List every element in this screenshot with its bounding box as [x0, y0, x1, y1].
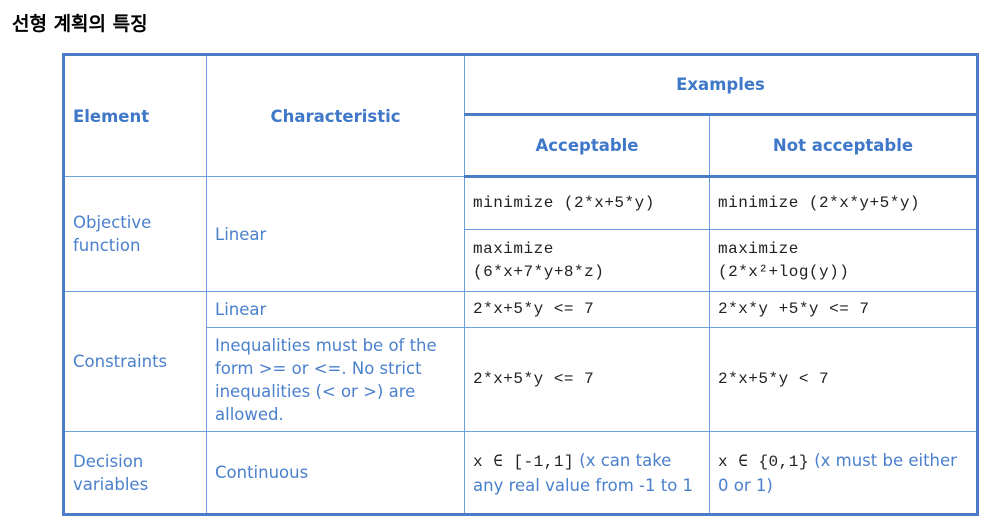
objective-bad-2a: maximize	[718, 239, 799, 258]
constraints-bad-2: 2*x+5*y < 7	[708, 327, 979, 432]
header-element: Element	[63, 54, 207, 177]
objective-ok-2a: maximize	[473, 239, 554, 258]
objective-bad-1: minimize (2*x*y+5*y)	[708, 176, 979, 230]
linear-programming-table: Element Characteristic Examples Acceptab…	[62, 53, 980, 516]
constraints-bad-1: 2*x*y +5*y <= 7	[708, 291, 979, 328]
char-constraints-inequalities: Inequalities must be of the form >= or <…	[206, 327, 465, 432]
header-characteristic: Characteristic	[206, 54, 465, 177]
constraints-ok-2: 2*x+5*y <= 7	[464, 327, 710, 432]
constraints-ok-1: 2*x+5*y <= 7	[464, 291, 710, 328]
objective-ok-2b: (6*x+7*y+8*z)	[473, 262, 605, 281]
element-constraints: Constraints	[63, 291, 207, 432]
char-constraints-linear: Linear	[206, 291, 465, 328]
header-examples: Examples	[463, 54, 979, 116]
objective-ok-1: minimize (2*x+5*y)	[464, 176, 710, 230]
char-decision: Continuous	[206, 431, 465, 515]
decision-bad: x ∈ {0,1} (x must be either 0 or 1)	[708, 431, 979, 515]
element-decision: Decision variables	[63, 431, 207, 515]
decision-ok: x ∈ [-1,1] (x can take any real value fr…	[464, 431, 710, 515]
element-objective: Objective function	[63, 176, 207, 292]
char-objective: Linear	[206, 176, 465, 292]
objective-bad-2b: (2*x²+log(y))	[718, 262, 850, 281]
objective-bad-2: maximize (2*x²+log(y))	[708, 229, 979, 292]
page-title: 선형 계획의 특징	[12, 13, 148, 35]
decision-bad-code: x ∈ {0,1}	[718, 452, 809, 471]
objective-ok-2: maximize (6*x+7*y+8*z)	[464, 229, 710, 292]
decision-ok-code: x ∈ [-1,1]	[473, 452, 575, 471]
header-acceptable: Acceptable	[464, 114, 710, 178]
header-not-acceptable: Not acceptable	[708, 114, 979, 178]
